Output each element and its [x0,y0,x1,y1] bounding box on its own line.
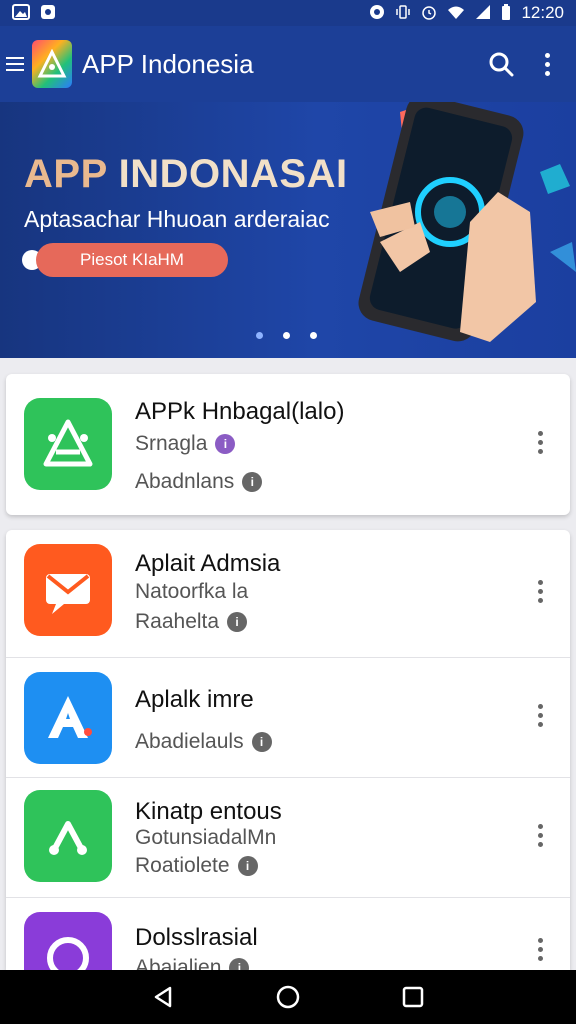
app-name: Aplalk imre [135,686,254,713]
info-icon: i [251,732,272,752]
more-vert-icon [537,823,543,847]
list-item[interactable]: Dolsslrasial Abaialien i [6,898,570,970]
more-vert-icon [544,52,550,76]
app-line2-text: Abadnlans [135,470,235,493]
banner-title-part1: APP [24,152,119,196]
app-name: Kinatp entous [135,798,282,825]
search-button[interactable] [478,41,524,87]
featured-app-card[interactable]: APPk Hnbagal(lalo) Srnagla i Abadnlans i [6,374,570,515]
app-line2: Abadnlans i [135,470,263,494]
letter-a-icon [24,672,112,764]
back-button[interactable] [143,977,183,1017]
app-line2: Abaialien i [135,956,250,970]
list-item[interactable]: Kinatp entous GotunsiadalMn Roatiolete i [6,778,570,898]
carousel-dot-1[interactable] [256,332,263,339]
app-title: APP Indonesia [82,48,254,79]
banner-title-part2: INDONASAI [118,152,348,196]
info-icon: i [237,856,258,876]
wifi-icon [447,4,465,23]
more-vert-icon [537,703,543,727]
app-line2-text: Raahelta [135,610,220,633]
triangle-app-icon [24,398,112,490]
alarm-icon [421,4,437,23]
app-line1-text: GotunsiadalMn [135,826,277,849]
image-icon [12,3,30,23]
battery-icon [501,3,511,23]
app-line1-text: Srnagla [135,432,208,455]
app-line2-text: Roatiolete [135,854,230,877]
app-name: Aplait Admsia [135,550,281,577]
vibrate-icon [395,4,411,23]
status-right: 12:20 [369,3,564,23]
app-name: Dolsslrasial [135,924,258,951]
app-notification-icon [40,4,56,23]
search-icon [489,52,514,77]
list-item[interactable]: Aplalk imre Abadielauls i [6,658,570,778]
share-icon [24,790,112,882]
list-item[interactable]: Aplait Admsia Natoorfka la Raahelta i [6,530,570,658]
app-line2: Raahelta i [135,610,248,634]
status-time: 12:20 [521,3,564,22]
app-name: APPk Hnbagal(lalo) [135,398,345,425]
status-left [12,3,56,23]
recents-button[interactable] [393,977,433,1017]
more-options-button[interactable] [530,700,550,730]
app-line2: Roatiolete i [135,854,258,878]
banner-subtitle: Aptasachar Hhuoan arderaiac [24,206,330,232]
more-vert-icon [537,430,543,454]
app-line2-text: Abadielauls [135,730,244,753]
app-logo-icon [32,40,72,88]
app-bar: APP Indonesia [0,26,576,102]
app-line1: Natoorfka la [135,580,248,604]
menu-icon[interactable] [6,57,24,71]
app-line1: GotunsiadalMn [135,826,276,850]
info-icon: i [242,472,263,492]
app-line1-text: Natoorfka la [135,580,249,603]
carousel-dot-3[interactable] [310,332,317,339]
status-bar: 12:20 [0,0,576,26]
info-icon: i [215,434,236,454]
phone-in-hand-illustration [358,102,576,342]
more-options-button[interactable] [530,576,550,606]
banner-title: APP INDONASAI [24,152,348,197]
promo-banner[interactable]: APP INDONASAI Aptasachar Hhuoan arderaia… [0,102,576,358]
recents-icon [403,986,424,1008]
carousel-dot-2[interactable] [283,332,290,339]
more-options-button[interactable] [530,934,550,964]
more-vert-icon [537,579,543,603]
more-options-button[interactable] [530,820,550,850]
info-icon: i [227,612,248,632]
info-icon: i [229,958,250,970]
more-options-button[interactable] [530,427,550,457]
more-vert-icon [537,937,543,961]
app-line2: Abadielauls i [135,730,272,754]
back-icon [154,986,171,1008]
banner-cta-button[interactable]: Piesot KIaHM [36,243,228,277]
system-nav-bar [0,970,576,1024]
home-button[interactable] [268,977,308,1017]
home-icon [276,985,300,1009]
overflow-menu-button[interactable] [524,41,570,87]
sync-icon [369,4,385,23]
signal-icon [475,4,491,23]
app-list: Aplait Admsia Natoorfka la Raahelta i Ap… [6,530,570,970]
chat-icon [24,912,112,970]
app-line2-text: Abaialien [135,956,222,970]
app-line1: Srnagla i [135,432,236,456]
carousel-indicator[interactable] [256,332,317,339]
mail-icon [24,544,112,636]
